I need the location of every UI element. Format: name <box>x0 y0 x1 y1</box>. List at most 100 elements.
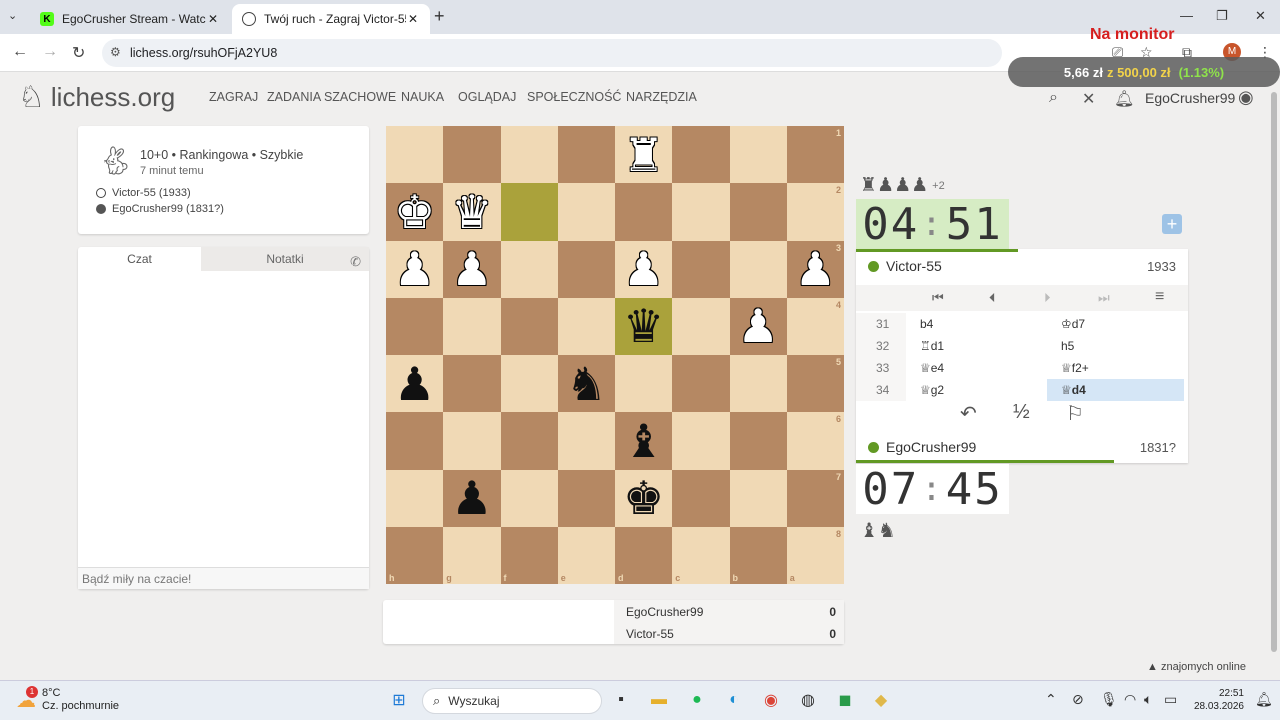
board-square[interactable] <box>386 469 444 527</box>
chess-piece[interactable]: ♟ <box>451 475 492 521</box>
sync-icon[interactable]: ⊘ <box>1072 691 1084 708</box>
task-view-icon[interactable]: ▪ <box>610 689 632 711</box>
obs-icon[interactable]: ◍ <box>797 689 819 711</box>
board-square[interactable] <box>729 183 787 241</box>
page-scrollbar[interactable] <box>1268 86 1280 680</box>
chat-input[interactable]: Bądź miły na czacie! <box>78 567 369 589</box>
board-square[interactable] <box>729 469 787 527</box>
friends-online-button[interactable]: ▲ znajomych online <box>1147 661 1246 673</box>
board-square[interactable]: ♛ <box>443 183 501 241</box>
opponent-row[interactable]: Victor-55 1933 <box>856 250 1188 282</box>
windows-start-icon[interactable]: ⊞ <box>388 689 410 711</box>
board-square[interactable]: e <box>557 526 615 584</box>
search-icon[interactable]: ⌕ <box>1049 89 1058 107</box>
spotify-icon[interactable]: ● <box>686 689 708 711</box>
board-square[interactable] <box>500 183 558 241</box>
volume-icon[interactable]: 🔈︎ <box>1144 691 1152 708</box>
last-move-icon[interactable]: ⏭ <box>1098 290 1110 306</box>
board-square[interactable] <box>557 469 615 527</box>
weather-widget[interactable]: ☁ 1 8°C Cz. pochmurnie <box>16 685 119 713</box>
board-square[interactable]: ♟ <box>443 469 501 527</box>
board-square[interactable] <box>557 183 615 241</box>
black-move[interactable]: ♕d4 <box>1047 379 1184 401</box>
board-square[interactable]: h <box>386 526 444 584</box>
battery-icon[interactable]: ▭ <box>1164 691 1177 708</box>
board-square[interactable] <box>729 240 787 298</box>
board-square[interactable]: 5 <box>786 355 844 413</box>
prev-move-icon[interactable]: ⏴ <box>989 290 996 306</box>
board-square[interactable]: 3 ♟ <box>786 240 844 298</box>
board-square[interactable] <box>672 183 730 241</box>
white-move[interactable]: ♕g2 <box>906 379 1047 401</box>
board-square[interactable]: d <box>615 526 673 584</box>
board-square[interactable]: 6 <box>786 412 844 470</box>
board-square[interactable]: g <box>443 526 501 584</box>
phone-icon[interactable]: ✆ <box>350 250 361 274</box>
browser-tab-stream[interactable]: K EgoCrusher Stream - Watch Liv ✕ <box>30 4 230 34</box>
chess-piece[interactable]: ♚ <box>394 189 435 235</box>
board-square[interactable] <box>443 355 501 413</box>
wifi-icon[interactable]: ◠ <box>1124 691 1136 708</box>
white-move[interactable]: ♖d1 <box>906 335 1047 357</box>
board-square[interactable] <box>557 297 615 355</box>
board-square[interactable]: 1 <box>786 126 844 184</box>
menu-icon[interactable]: ≡ <box>1155 288 1164 306</box>
first-move-icon[interactable]: ⏮ <box>932 290 944 306</box>
board-square[interactable]: ♚ <box>386 183 444 241</box>
board-square[interactable] <box>557 240 615 298</box>
board-square[interactable] <box>729 412 787 470</box>
board-square[interactable] <box>443 412 501 470</box>
nav-community[interactable]: SPOŁECZNOŚĆ <box>527 90 621 104</box>
black-player-line[interactable]: EgoCrusher99 (1831?) <box>96 203 224 215</box>
board-square[interactable]: ♟ <box>615 240 673 298</box>
tab-notes[interactable]: Notatki ✆ <box>201 247 369 271</box>
black-move[interactable]: ♕f2+ <box>1047 357 1184 379</box>
reload-icon[interactable]: ↻ <box>72 43 85 63</box>
black-move[interactable]: h5 <box>1047 335 1184 357</box>
restore-icon[interactable]: ❐ <box>1216 8 1228 24</box>
app-icon[interactable]: ◼ <box>834 689 856 711</box>
board-square[interactable] <box>672 297 730 355</box>
board-square[interactable] <box>500 126 558 184</box>
board-square[interactable]: 7 <box>786 469 844 527</box>
app-icon[interactable]: ◆ <box>870 689 892 711</box>
notifications-bell-icon[interactable]: 🔔︎ <box>1114 89 1134 109</box>
nav-learn[interactable]: NAUKA <box>401 90 444 104</box>
board-square[interactable] <box>500 297 558 355</box>
user-menu[interactable]: EgoCrusher99 <box>1145 90 1235 106</box>
file-explorer-icon[interactable]: ▬ <box>648 689 670 711</box>
board-square[interactable] <box>500 412 558 470</box>
system-clock[interactable]: 22:51 28.03.2026 <box>1192 687 1244 713</box>
chess-piece[interactable]: ♜ <box>623 132 664 178</box>
chess-piece[interactable]: ♚ <box>623 475 664 521</box>
chess-piece[interactable]: ♟ <box>738 303 779 349</box>
white-move[interactable]: ♕e4 <box>906 357 1047 379</box>
board-square[interactable]: ♟ <box>386 240 444 298</box>
board-square[interactable] <box>443 126 501 184</box>
board-square[interactable]: ♚ <box>615 469 673 527</box>
board-square[interactable]: b <box>729 526 787 584</box>
board-square[interactable]: ♜ <box>615 126 673 184</box>
resign-flag-icon[interactable]: ⚐ <box>1066 401 1084 426</box>
board-square[interactable] <box>615 355 673 413</box>
chess-piece[interactable]: ♟ <box>451 246 492 292</box>
nav-watch[interactable]: OGLĄDAJ <box>458 90 516 104</box>
white-move[interactable]: b4 <box>906 313 1047 335</box>
board-square[interactable] <box>386 412 444 470</box>
microphone-icon[interactable]: 🎙︎ <box>1100 691 1118 708</box>
site-info-icon[interactable]: ⚙ <box>110 45 121 59</box>
board-square[interactable] <box>500 469 558 527</box>
black-move[interactable]: ♔d7 <box>1047 313 1184 335</box>
board-square[interactable] <box>557 126 615 184</box>
board-square[interactable] <box>557 412 615 470</box>
board-square[interactable] <box>615 183 673 241</box>
user-avatar-icon[interactable]: ◉ <box>1238 87 1254 108</box>
close-tab-icon[interactable]: ✕ <box>206 12 220 26</box>
board-square[interactable]: ♝ <box>615 412 673 470</box>
board-square[interactable]: ♞ <box>557 355 615 413</box>
notifications-icon[interactable]: 🔔︎ <box>1255 691 1273 708</box>
board-square[interactable] <box>672 412 730 470</box>
chess-board[interactable]: ♜ 1 ♚ ♛ 2 ♟ ♟ ♟ 3 ♟ ♛ ♟ 4 ♟ ♞ 5 ♝ 6 ♟ ♚ 7 h g f e d c b 8 a <box>386 126 844 584</box>
board-square[interactable] <box>672 126 730 184</box>
board-square[interactable] <box>443 297 501 355</box>
